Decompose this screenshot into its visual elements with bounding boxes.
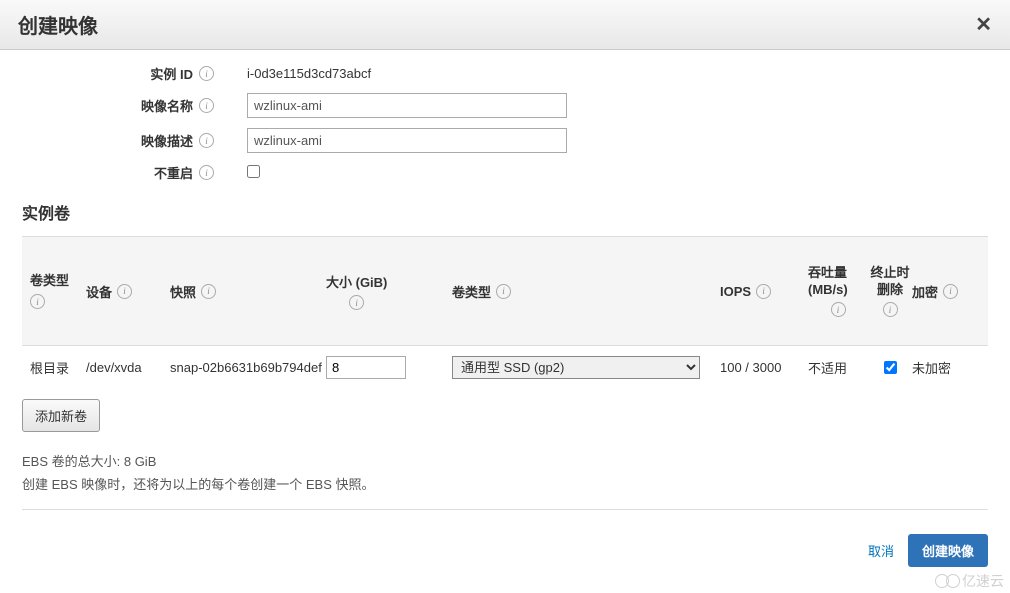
watermark: 亿速云 — [935, 571, 1004, 591]
create-image-button[interactable]: 创建映像 — [908, 534, 988, 567]
col-head-size: 大小 (GiB) — [326, 272, 387, 291]
image-desc-input[interactable] — [247, 128, 567, 153]
info-icon[interactable]: i — [496, 284, 511, 299]
info-icon[interactable]: i — [883, 302, 898, 317]
value-instance-id: i-0d3e115d3cd73abcf — [222, 66, 371, 81]
info-icon[interactable]: i — [199, 133, 214, 148]
col-head-device: 设备 — [86, 282, 112, 301]
info-icon[interactable]: i — [943, 284, 958, 299]
label-no-reboot: 不重启 i — [22, 163, 222, 182]
info-icon[interactable]: i — [117, 284, 132, 299]
col-head-snapshot: 快照 — [170, 282, 196, 301]
no-reboot-checkbox[interactable] — [247, 165, 260, 178]
info-icon[interactable]: i — [30, 294, 45, 309]
col-head-volkind: 卷类型 — [452, 282, 491, 301]
col-head-throughput: 吞吐量 (MB/s) — [808, 265, 868, 299]
cell-voltype: 根目录 — [30, 358, 86, 377]
volume-kind-select[interactable]: 通用型 SSD (gp2) — [452, 356, 700, 379]
col-head-encryption: 加密 — [912, 282, 938, 301]
cell-iops: 100 / 3000 — [720, 360, 808, 375]
close-icon[interactable]: ✕ — [975, 12, 992, 37]
info-icon[interactable]: i — [199, 66, 214, 81]
add-volume-button[interactable]: 添加新卷 — [22, 399, 100, 432]
cell-device: /dev/xvda — [86, 360, 170, 375]
cell-throughput: 不适用 — [808, 358, 868, 377]
volumes-section-title: 实例卷 — [22, 200, 988, 224]
info-icon[interactable]: i — [831, 302, 846, 317]
cell-snapshot: snap-02b6631b69b794def — [170, 360, 326, 375]
help-text-snapshot-note: 创建 EBS 映像时，还将为以上的每个卷创建一个 EBS 快照。 — [22, 473, 988, 496]
cell-encryption: 未加密 — [912, 358, 980, 377]
delete-on-termination-checkbox[interactable] — [884, 361, 897, 374]
info-icon[interactable]: i — [199, 98, 214, 113]
image-name-input[interactable] — [247, 93, 567, 118]
info-icon[interactable]: i — [756, 284, 771, 299]
info-icon[interactable]: i — [349, 295, 364, 310]
cancel-button[interactable]: 取消 — [868, 541, 894, 560]
col-head-iops: IOPS — [720, 284, 751, 299]
page-title: 创建映像 — [18, 10, 98, 39]
help-text-total-size: EBS 卷的总大小: 8 GiB — [22, 450, 988, 473]
info-icon[interactable]: i — [201, 284, 216, 299]
label-image-desc: 映像描述 i — [22, 131, 222, 150]
label-image-name: 映像名称 i — [22, 96, 222, 115]
info-icon[interactable]: i — [199, 165, 214, 180]
col-head-delonterm: 终止时删除 — [868, 265, 912, 299]
col-head-voltype: 卷类型 — [30, 273, 69, 290]
label-instance-id: 实例 ID i — [22, 64, 222, 83]
volume-row: 根目录 /dev/xvda snap-02b6631b69b794def 通用型… — [22, 346, 988, 389]
size-input[interactable] — [326, 356, 406, 379]
